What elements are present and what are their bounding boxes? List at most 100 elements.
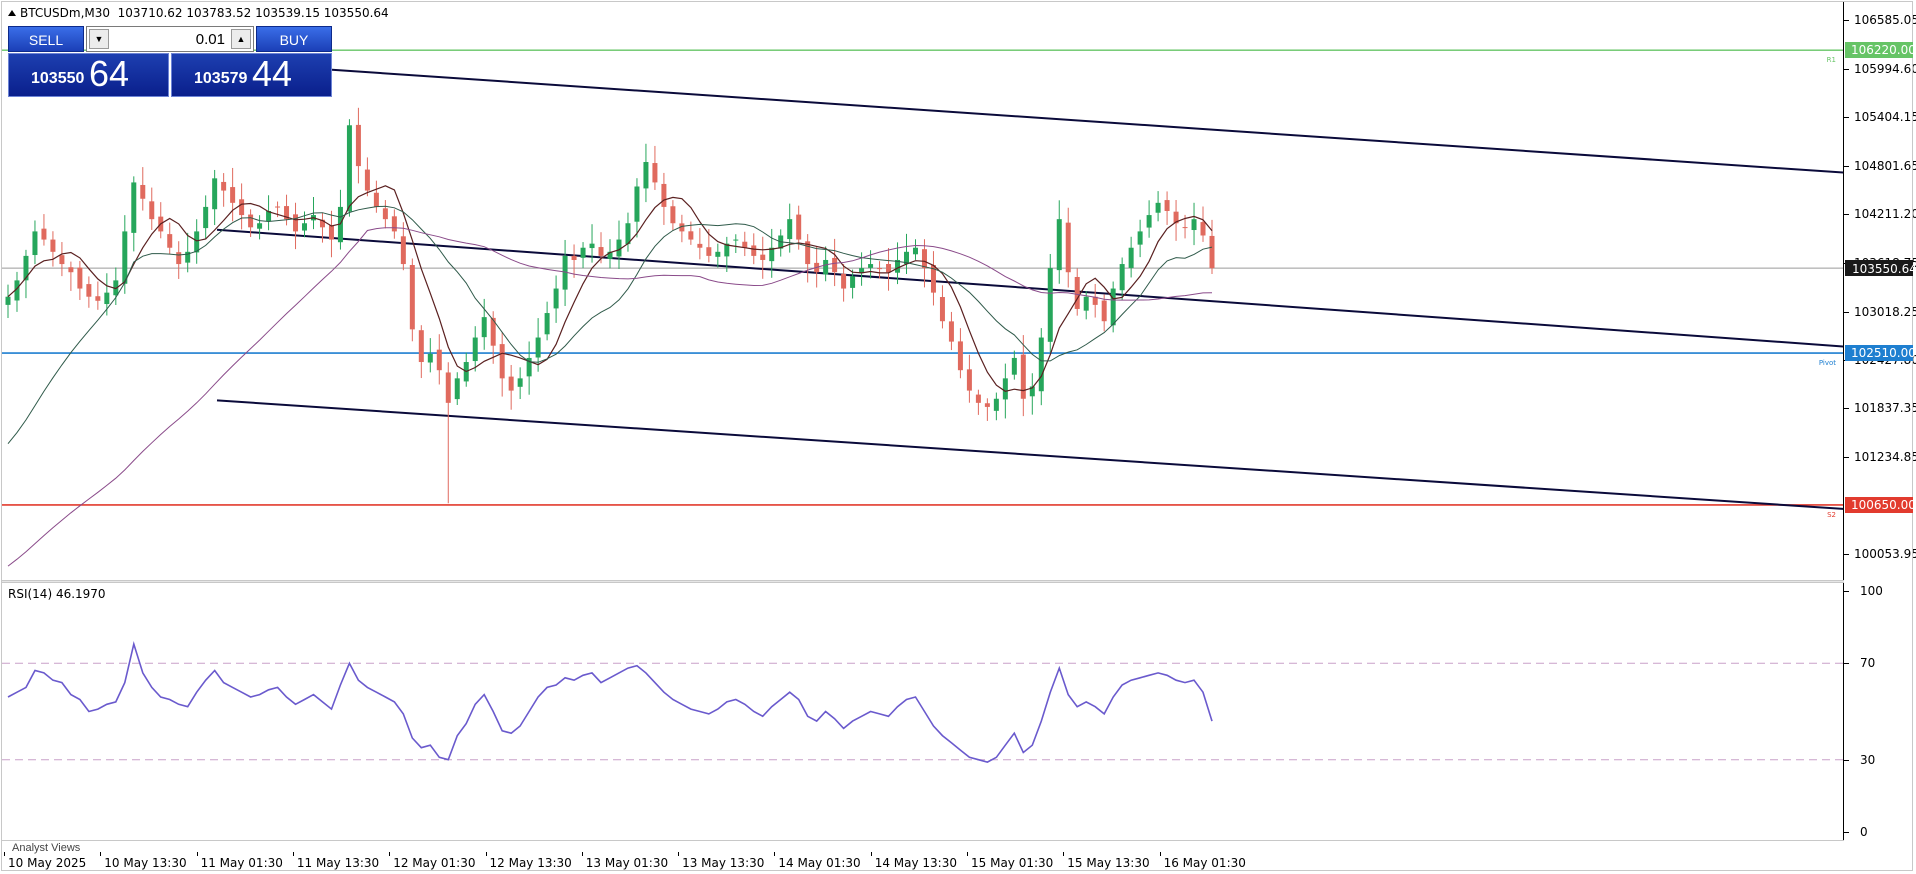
time-axis-label: 12 May 13:30: [489, 856, 572, 870]
candle-body: [400, 236, 406, 265]
time-axis-tick: [196, 852, 198, 856]
price-axis-label: 105404.15: [1854, 109, 1916, 124]
candle-body: [832, 257, 838, 273]
candle-body: [912, 247, 918, 255]
rsi-pane[interactable]: RSI(14) 46.1970: [2, 583, 1844, 840]
time-axis-tick: [292, 852, 294, 856]
candle-body: [796, 214, 802, 240]
candles[interactable]: [5, 107, 1215, 504]
candle-body: [517, 378, 523, 387]
candle-body: [418, 330, 424, 363]
candle-body: [382, 208, 388, 220]
s2-level-name: S2: [1827, 511, 1836, 519]
candle-body: [167, 234, 173, 248]
candle-body: [355, 124, 361, 167]
candle-body: [823, 259, 829, 275]
candle-body: [921, 249, 927, 269]
rsi-line[interactable]: [7, 640, 1213, 763]
time-axis-label: 15 May 13:30: [1067, 856, 1150, 870]
time-axis-tick: [1159, 852, 1161, 856]
trendline-1[interactable]: [331, 68, 1844, 174]
candle-body: [481, 317, 487, 338]
candle-body: [993, 398, 999, 411]
candle-body: [59, 255, 65, 265]
candle-body: [1137, 231, 1143, 245]
price-axis-label: 105994.60: [1854, 61, 1916, 76]
ma-slow-line[interactable]: [7, 227, 1213, 567]
candle-body: [868, 264, 874, 268]
rsi-axis-tick: [1844, 663, 1849, 665]
time-axis-tick: [678, 852, 680, 856]
candle-body: [706, 247, 712, 256]
rsi-axis-tick: [1844, 591, 1849, 592]
candle-body: [436, 349, 442, 371]
lot-decrease-arrow-icon[interactable]: ▼: [89, 29, 109, 49]
candle-body: [751, 245, 757, 256]
candle-body: [427, 353, 433, 363]
candle-body: [580, 247, 586, 258]
candle-body: [1047, 268, 1053, 342]
candle-body: [302, 223, 308, 231]
candle-body: [1074, 276, 1080, 309]
candle-body: [364, 169, 370, 191]
candle-body: [203, 206, 209, 229]
candle-body: [248, 214, 254, 228]
rsi-axis-tick: [1844, 759, 1849, 761]
time-axis-tick: [870, 852, 872, 856]
pivot-price-tag: 102510.00: [1845, 345, 1916, 362]
candle-body: [697, 243, 703, 248]
candle-body: [1002, 378, 1008, 400]
buy-price-quote[interactable]: 103579 44: [171, 53, 332, 97]
candle-body: [1038, 337, 1044, 392]
candle-body: [50, 239, 56, 252]
trendline-2[interactable]: [216, 228, 1844, 348]
lot-size-input[interactable]: [113, 30, 225, 48]
candle-body: [1056, 219, 1062, 271]
candle-body: [688, 231, 694, 240]
candle-body: [1209, 235, 1215, 269]
candle-body: [508, 376, 514, 391]
candle-body: [23, 255, 29, 281]
candle-body: [544, 313, 550, 335]
sell-button[interactable]: SELL: [8, 26, 84, 52]
candle-body: [634, 186, 640, 222]
r1-price-tag: 106220.00: [1845, 42, 1916, 59]
price-axis-tick: [1844, 116, 1849, 118]
candle-body: [1119, 264, 1125, 291]
candle-body: [1164, 200, 1170, 211]
price-pane[interactable]: R1 Pivot S2 BTCUSDm,M30 103710.62 103783.5…: [2, 2, 1844, 580]
rsi-axis-label: 100: [1860, 584, 1883, 598]
price-axis-tick: [1844, 407, 1849, 409]
time-axis-label: 13 May 13:30: [682, 856, 765, 870]
candle-body: [948, 321, 954, 342]
candle-body: [1011, 357, 1017, 375]
candle-body: [104, 292, 110, 305]
candle-body: [715, 251, 721, 257]
rsi-axis-label: 70: [1860, 656, 1876, 671]
price-axis-tick: [1844, 457, 1849, 459]
time-axis-label: 10 May 2025: [8, 856, 87, 870]
sell-price-quote[interactable]: 103550 64: [8, 53, 169, 97]
price-axis-label: 101234.85: [1854, 450, 1916, 465]
candle-body: [553, 288, 559, 309]
candle-body: [742, 241, 748, 248]
buy-price-main: 103579: [194, 70, 248, 87]
analyst-views-tab[interactable]: Analyst Views: [12, 842, 80, 854]
lot-increase-arrow-icon[interactable]: ▲: [231, 29, 251, 49]
candle-body: [877, 268, 883, 270]
buy-button[interactable]: BUY: [256, 26, 332, 52]
collapse-triangle-icon[interactable]: [8, 10, 16, 16]
rsi-chart-canvas[interactable]: [2, 583, 1844, 840]
candle-body: [230, 187, 236, 203]
trendline-3[interactable]: [216, 399, 1844, 510]
candle-body: [373, 192, 379, 207]
price-axis-tick: [1844, 553, 1849, 555]
candle-body: [77, 267, 83, 289]
candle-body: [32, 231, 38, 256]
time-axis-label: 14 May 13:30: [874, 856, 957, 870]
candle-body: [122, 231, 128, 284]
candle-body: [5, 296, 11, 305]
time-axis-tick: [4, 852, 5, 856]
buy-price-pips: 44: [252, 53, 293, 94]
candle-body: [957, 341, 963, 371]
